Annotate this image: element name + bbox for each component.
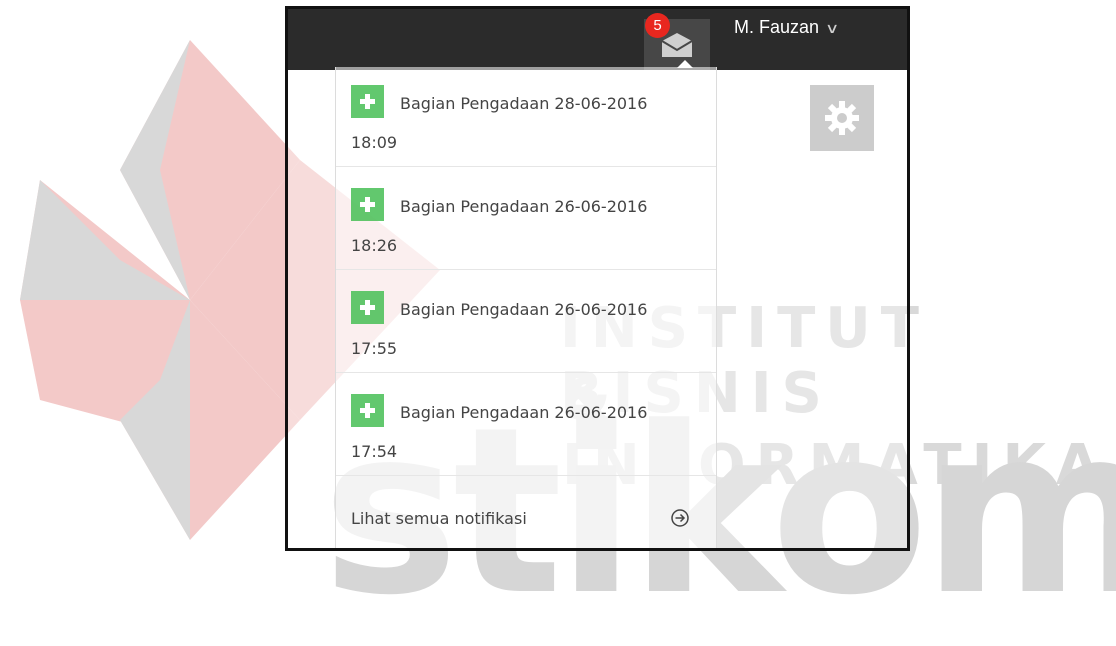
app-screenshot: 5 M. Fauzan ∨ Bagian Pengadaan 28-06-201… xyxy=(285,6,910,551)
user-name: M. Fauzan xyxy=(734,17,820,37)
notifications-dropdown: Bagian Pengadaan 28-06-2016 18:09 Bagian… xyxy=(335,67,717,548)
notification-title: Bagian Pengadaan 26-06-2016 xyxy=(400,300,648,319)
notification-time: 18:26 xyxy=(351,236,398,255)
arrow-circle-right-icon xyxy=(671,509,689,527)
notification-count-badge: 5 xyxy=(645,13,670,38)
notification-item[interactable]: Bagian Pengadaan 26-06-2016 17:54 xyxy=(336,376,716,476)
settings-button[interactable] xyxy=(810,85,874,151)
notification-time: 17:54 xyxy=(351,442,398,461)
notification-title: Bagian Pengadaan 26-06-2016 xyxy=(400,403,648,422)
notification-item[interactable]: Bagian Pengadaan 26-06-2016 18:26 xyxy=(336,170,716,270)
notification-title: Bagian Pengadaan 28-06-2016 xyxy=(400,94,648,113)
notification-item[interactable]: Bagian Pengadaan 26-06-2016 17:55 xyxy=(336,273,716,373)
notification-title: Bagian Pengadaan 26-06-2016 xyxy=(400,197,648,216)
plus-icon xyxy=(351,394,384,427)
see-all-label: Lihat semua notifikasi xyxy=(351,509,527,528)
user-menu[interactable]: M. Fauzan ∨ xyxy=(734,17,840,38)
see-all-notifications-link[interactable]: Lihat semua notifikasi xyxy=(336,487,716,548)
plus-icon xyxy=(351,291,384,324)
plus-icon xyxy=(351,85,384,118)
plus-icon xyxy=(351,188,384,221)
notification-item[interactable]: Bagian Pengadaan 28-06-2016 18:09 xyxy=(336,67,716,167)
notification-time: 18:09 xyxy=(351,133,398,152)
gear-icon xyxy=(825,101,859,135)
notification-time: 17:55 xyxy=(351,339,398,358)
chevron-down-icon: ∨ xyxy=(824,20,840,36)
top-navbar: 5 M. Fauzan ∨ xyxy=(288,9,907,70)
